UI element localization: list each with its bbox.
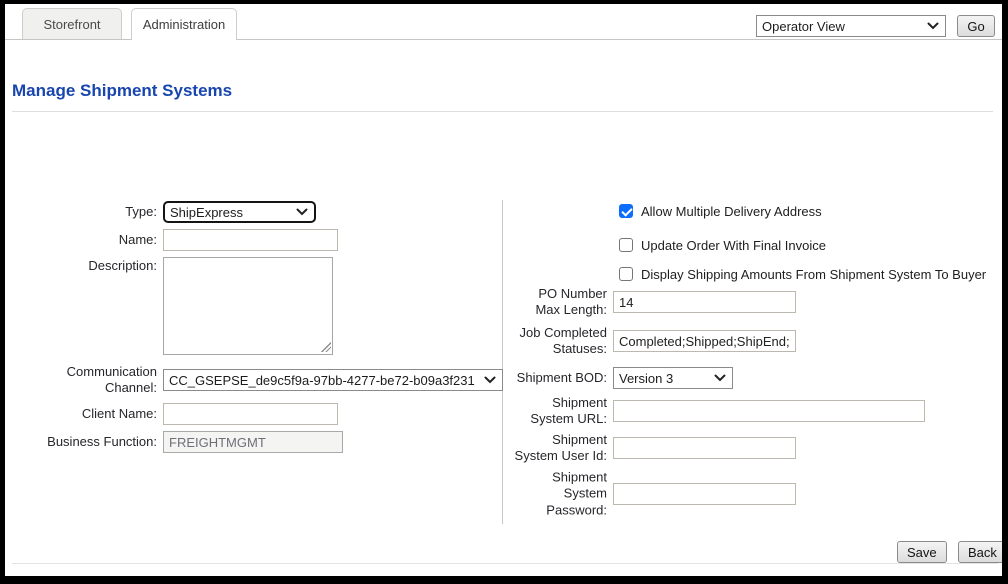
type-select[interactable]: ShipExpress (163, 201, 316, 223)
business-function-label: Business Function: (7, 434, 157, 450)
tab-administration-label: Administration (143, 17, 225, 32)
tab-storefront-label: Storefront (43, 17, 100, 32)
shipment-bod-select[interactable]: Version 3 (613, 367, 733, 389)
communication-channel-select-control[interactable]: CC_GSEPSE_de9c5f9a-97bb-4277-be72-b09a3f… (164, 370, 502, 390)
tab-storefront[interactable]: Storefront (22, 8, 122, 39)
shipment-system-password-row: Shipment System Password: (613, 483, 796, 505)
po-number-max-length-input[interactable] (613, 291, 796, 313)
shipment-system-url-input[interactable] (613, 400, 925, 422)
client-name-label: Client Name: (7, 406, 157, 422)
shipment-system-password-label: Shipment System Password: (511, 470, 607, 519)
page: Storefront Administration Operator View … (5, 4, 1002, 576)
description-label: Description: (7, 258, 157, 274)
go-button[interactable]: Go (957, 15, 995, 37)
shipment-system-user-id-label: Shipment System User Id: (511, 432, 607, 465)
update-order-final-invoice-checkbox[interactable] (619, 238, 633, 252)
title-divider (12, 111, 993, 112)
shipment-bod-row: Shipment BOD: Version 3 (613, 367, 733, 389)
display-shipping-amounts-label: Display Shipping Amounts From Shipment S… (641, 267, 986, 282)
type-row: Type: ShipExpress (163, 201, 316, 223)
shipment-system-url-row: Shipment System URL: (613, 400, 925, 422)
shipment-system-url-label: Shipment System URL: (511, 395, 607, 428)
display-shipping-amounts-checkbox[interactable] (619, 267, 633, 281)
update-order-final-invoice-label: Update Order With Final Invoice (641, 238, 826, 253)
view-selector-row: Operator View (756, 15, 946, 37)
operator-view-select[interactable]: Operator View (756, 15, 946, 37)
display-shipping-amounts-row: Display Shipping Amounts From Shipment S… (619, 266, 986, 282)
client-name-row: Client Name: (163, 403, 338, 425)
po-number-max-length-label: PO Number Max Length: (511, 286, 607, 319)
communication-channel-label: Communication Channel: (7, 364, 157, 397)
allow-multiple-delivery-label: Allow Multiple Delivery Address (641, 204, 822, 219)
shipment-system-user-id-row: Shipment System User Id: (613, 437, 796, 459)
job-completed-statuses-row: Job Completed Statuses: (613, 330, 796, 352)
save-button[interactable]: Save (897, 541, 947, 563)
update-order-final-invoice-row: Update Order With Final Invoice (619, 237, 826, 253)
back-button[interactable]: Back (958, 541, 1002, 563)
shipment-system-user-id-input[interactable] (613, 437, 796, 459)
name-input[interactable] (163, 229, 338, 251)
communication-channel-row: Communication Channel: CC_GSEPSE_de9c5f9… (163, 369, 503, 391)
operator-view-select-control[interactable]: Operator View (757, 16, 945, 36)
type-label: Type: (7, 204, 157, 220)
name-row: Name: (163, 229, 338, 251)
description-textarea[interactable] (163, 257, 333, 355)
allow-multiple-delivery-row: Allow Multiple Delivery Address (619, 203, 822, 219)
screenshot-frame: Storefront Administration Operator View … (0, 0, 1008, 584)
footer-divider (12, 563, 998, 564)
po-number-max-length-row: PO Number Max Length: (613, 291, 796, 313)
communication-channel-select[interactable]: CC_GSEPSE_de9c5f9a-97bb-4277-be72-b09a3f… (163, 369, 503, 391)
tab-administration[interactable]: Administration (131, 8, 237, 40)
shipment-bod-select-control[interactable]: Version 3 (614, 368, 732, 388)
business-function-row: Business Function: (163, 431, 343, 453)
column-divider (502, 200, 503, 524)
type-select-control[interactable]: ShipExpress (165, 203, 314, 221)
allow-multiple-delivery-checkbox[interactable] (619, 204, 633, 218)
client-name-input[interactable] (163, 403, 338, 425)
shipment-system-password-input[interactable] (613, 483, 796, 505)
shipment-bod-label: Shipment BOD: (511, 370, 607, 386)
description-row: Description: (163, 257, 333, 355)
page-title: Manage Shipment Systems (12, 81, 232, 101)
business-function-input (163, 431, 343, 453)
name-label: Name: (7, 232, 157, 248)
job-completed-statuses-label: Job Completed Statuses: (511, 325, 607, 358)
job-completed-statuses-input[interactable] (613, 330, 796, 352)
